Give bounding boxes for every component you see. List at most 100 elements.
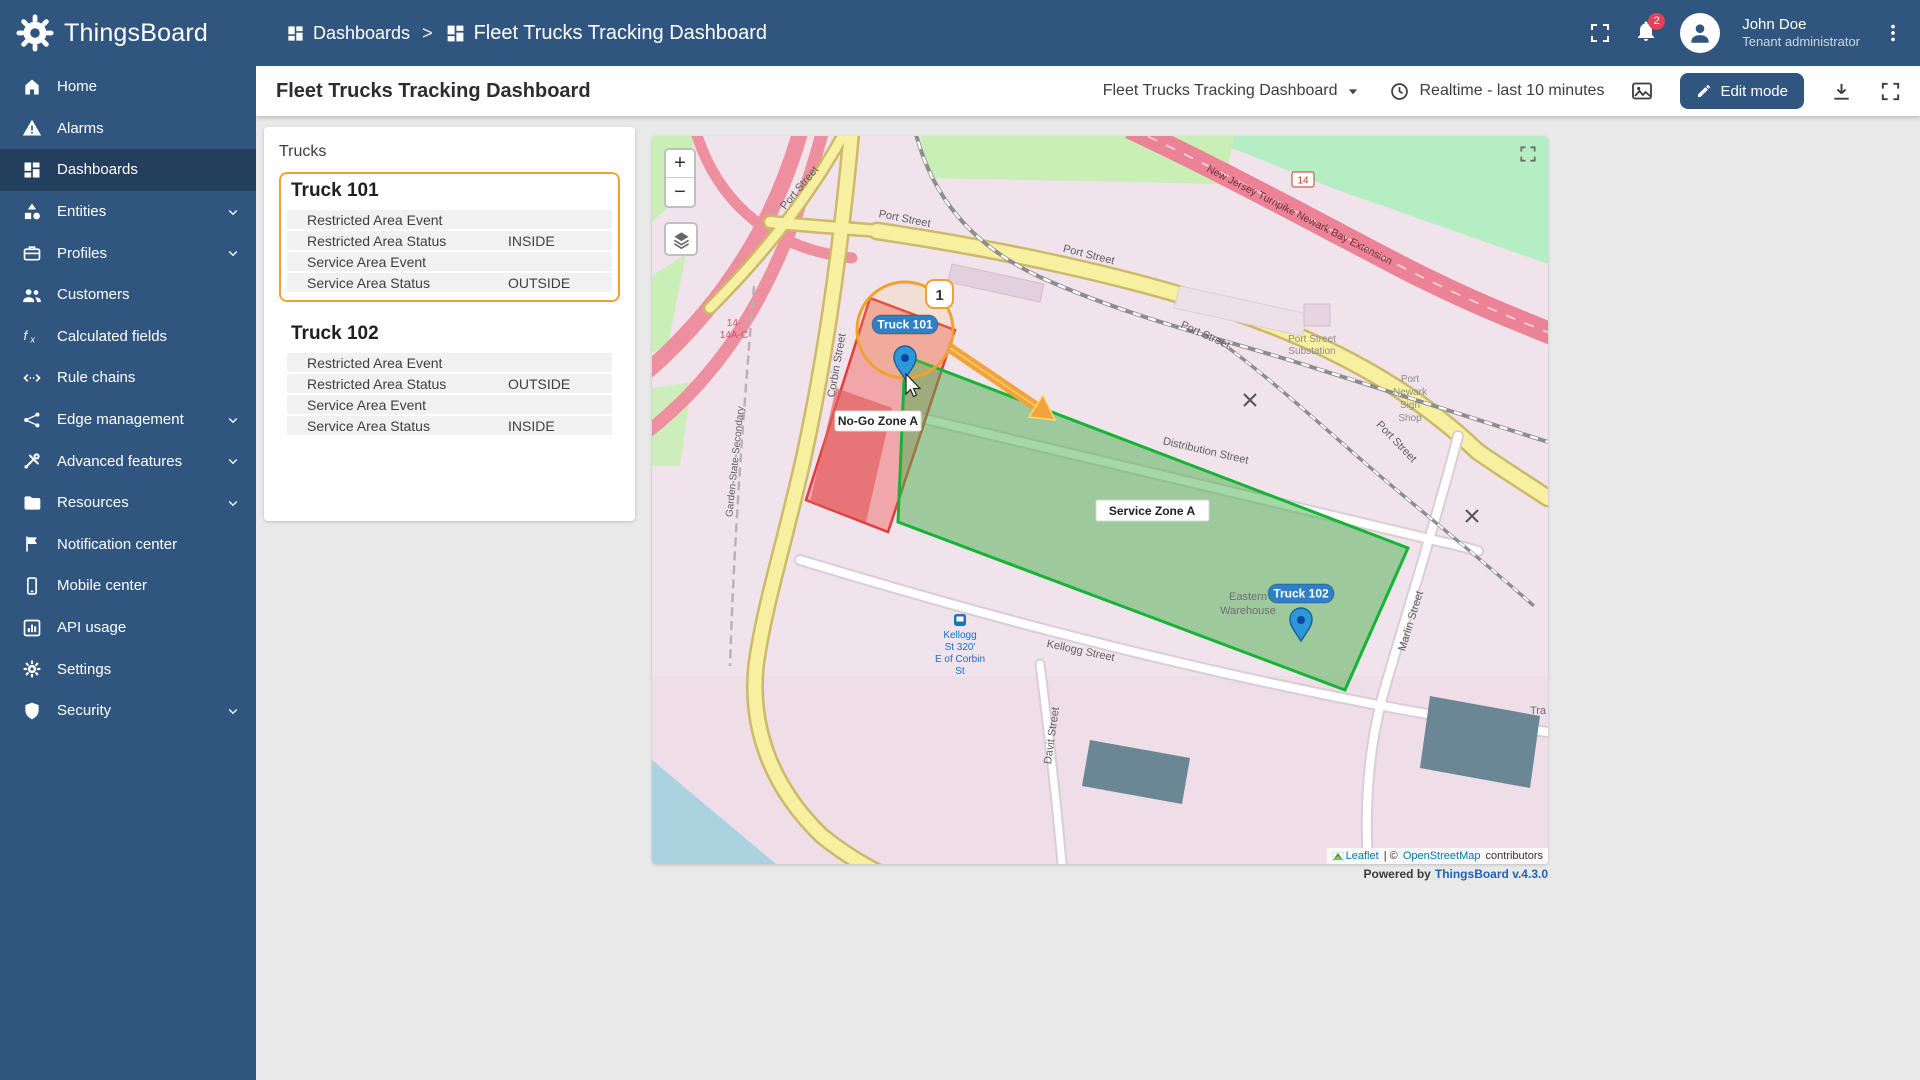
sidebar-item-entities[interactable]: Entities (0, 191, 256, 233)
edit-mode-button[interactable]: Edit mode (1680, 73, 1804, 109)
page-title: Fleet Trucks Tracking Dashboard (276, 80, 591, 103)
sidebar-item-label: Dashboards (57, 161, 138, 178)
table-row: Restricted Area StatusINSIDE (287, 231, 612, 250)
avatar[interactable] (1680, 13, 1720, 53)
sidebar-item-resources[interactable]: Resources (0, 482, 256, 524)
truck-101-map-label[interactable]: Truck 101 (872, 315, 938, 334)
thingsboard-logo[interactable]: ThingsBoard (0, 14, 256, 52)
thingsboard-gear-icon (16, 14, 54, 52)
sidebar-item-label: Profiles (57, 245, 107, 262)
sidebar-nav: Home Alarms Dashboards Entities Profiles… (0, 66, 256, 1080)
image-gallery-button[interactable] (1630, 79, 1654, 103)
sidebar-item-alarms[interactable]: Alarms (0, 108, 256, 150)
timewindow-button[interactable]: Realtime - last 10 minutes (1389, 81, 1604, 102)
image-icon (1630, 79, 1654, 103)
sidebar-item-label: Advanced features (57, 453, 182, 470)
dashboard-toolbar: Fleet Trucks Tracking Dashboard Fleet Tr… (256, 66, 1920, 116)
sidebar-item-label: Entities (57, 203, 106, 220)
osm-link[interactable]: OpenStreetMap (1403, 850, 1481, 862)
edit-mode-label: Edit mode (1720, 83, 1788, 100)
sidebar-item-label: Customers (57, 286, 130, 303)
fullscreen-icon (1879, 80, 1902, 103)
sidebar-item-home[interactable]: Home (0, 66, 256, 108)
rule-chains-icon (22, 368, 42, 388)
sidebar-item-label: Home (57, 78, 97, 95)
svg-text:Truck 102: Truck 102 (1273, 587, 1329, 601)
notifications-button[interactable]: 2 (1634, 19, 1658, 48)
sidebar-item-api-usage[interactable]: API usage (0, 607, 256, 649)
chevron-down-icon (224, 702, 242, 720)
map-canvas[interactable]: Port Street Port Street Port Street Port… (652, 136, 1548, 864)
svg-text:Substation: Substation (1288, 346, 1335, 357)
map-fullscreen-button[interactable] (1518, 144, 1538, 169)
svg-text:St: St (955, 666, 965, 677)
zoom-out-button[interactable]: − (666, 178, 694, 206)
sidebar-item-calculated-fields[interactable]: fx Calculated fields (0, 316, 256, 358)
fullscreen-button[interactable] (1588, 21, 1612, 45)
truck-101-alarm-badge[interactable]: 1 (926, 280, 953, 308)
truck-102-map-label[interactable]: Truck 102 (1268, 584, 1334, 603)
exit-14-shield: 14 (1297, 176, 1309, 187)
map-attribution: Leaflet | © OpenStreetMap contributors (1327, 848, 1548, 864)
fullscreen-icon (1518, 144, 1538, 164)
sidebar-item-dashboards[interactable]: Dashboards (0, 149, 256, 191)
more-menu-button[interactable] (1882, 22, 1904, 44)
sidebar-item-mobile-center[interactable]: Mobile center (0, 565, 256, 607)
app-name: ThingsBoard (64, 19, 208, 48)
svg-text:Service Zone A: Service Zone A (1109, 504, 1196, 518)
sidebar-item-label: Calculated fields (57, 328, 167, 345)
toolbar-fullscreen-button[interactable] (1879, 80, 1902, 103)
sidebar-item-label: Mobile center (57, 577, 147, 594)
download-button[interactable] (1830, 80, 1853, 103)
powered-by-footer: Powered byThingsBoard v.4.3.0 (652, 867, 1548, 881)
zoom-in-button[interactable]: + (666, 150, 694, 178)
svg-text:E of Corbin: E of Corbin (935, 654, 985, 665)
svg-text:St 320': St 320' (945, 642, 976, 653)
kebab-menu-icon (1882, 22, 1904, 44)
svg-text:Shop: Shop (1398, 413, 1422, 424)
poi-truncated: Tra (1530, 705, 1547, 717)
dashboards-icon (286, 24, 305, 43)
sidebar-item-label: Alarms (57, 120, 104, 137)
svg-text:1: 1 (935, 287, 943, 304)
breadcrumb-current: Fleet Trucks Tracking Dashboard (445, 22, 767, 45)
truck-101-card[interactable]: Truck 101 Restricted Area Event Restrict… (279, 172, 620, 302)
alarm-warning-icon (22, 118, 42, 138)
table-row: Restricted Area Event (287, 353, 612, 372)
sidebar-item-label: Rule chains (57, 369, 135, 386)
table-row: Restricted Area Event (287, 210, 612, 229)
sidebar-item-customers[interactable]: Customers (0, 274, 256, 316)
breadcrumb-separator: > (422, 23, 433, 44)
poi-substation: Port Street (1288, 334, 1336, 345)
breadcrumb-dashboards[interactable]: Dashboards (286, 23, 410, 44)
table-row: Service Area Event (287, 252, 612, 271)
fullscreen-icon (1588, 21, 1612, 45)
sidebar-item-edge-management[interactable]: Edge management (0, 399, 256, 441)
download-icon (1830, 80, 1853, 103)
sidebar-item-security[interactable]: Security (0, 690, 256, 732)
poi-warehouse: Eastern (1229, 591, 1267, 603)
leaflet-link[interactable]: Leaflet (1346, 850, 1379, 862)
sidebar-item-label: Security (57, 702, 111, 719)
sidebar-item-notification-center[interactable]: Notification center (0, 524, 256, 566)
map-zoom-control: + − (664, 148, 696, 208)
table-row: Service Area StatusINSIDE (287, 416, 612, 435)
entities-icon (22, 202, 42, 222)
thingsboard-version-link[interactable]: ThingsBoard v.4.3.0 (1435, 867, 1548, 881)
sidebar-item-settings[interactable]: Settings (0, 648, 256, 690)
dashboards-icon (22, 160, 42, 180)
map-layers-button[interactable] (664, 222, 698, 256)
function-fx-icon: fx (22, 326, 42, 346)
sidebar-item-advanced-features[interactable]: Advanced features (0, 440, 256, 482)
clock-icon (1389, 81, 1410, 102)
user-info[interactable]: John Doe Tenant administrator (1742, 16, 1860, 51)
leaflet-flag-icon (1332, 852, 1344, 861)
sidebar-item-profiles[interactable]: Profiles (0, 232, 256, 274)
truck-102-card[interactable]: Truck 102 Restricted Area Event Restrict… (279, 315, 620, 445)
zone-label-service: Service Zone A (1096, 500, 1209, 521)
pencil-icon (1696, 83, 1712, 99)
dashboard-select[interactable]: Fleet Trucks Tracking Dashboard (1103, 81, 1364, 101)
sidebar-item-rule-chains[interactable]: Rule chains (0, 357, 256, 399)
svg-text:x: x (29, 335, 35, 345)
sidebar-item-label: Notification center (57, 536, 177, 553)
